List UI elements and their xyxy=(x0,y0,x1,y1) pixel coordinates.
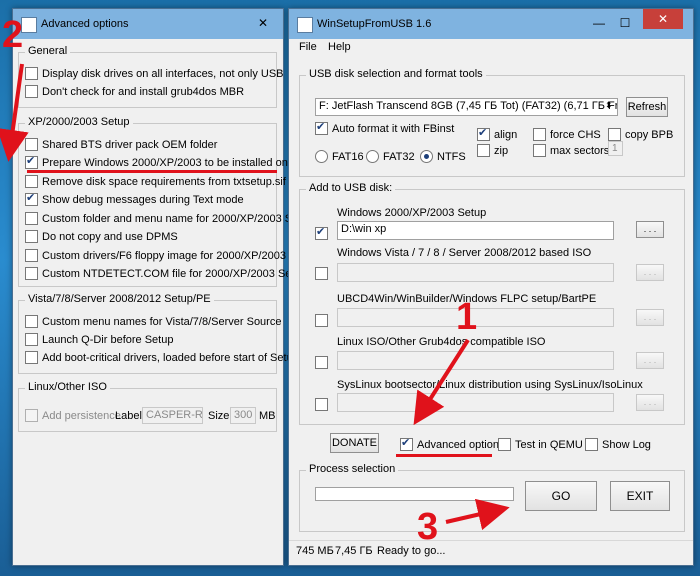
annotation-number-2: 2 xyxy=(2,14,24,56)
arrow-2 xyxy=(0,63,29,162)
annotation-number-1: 1 xyxy=(456,296,478,338)
annotation-number-3: 3 xyxy=(417,506,439,548)
arrow-1 xyxy=(413,338,470,426)
arrow-3 xyxy=(445,498,510,531)
annotation-arrows xyxy=(0,63,510,531)
